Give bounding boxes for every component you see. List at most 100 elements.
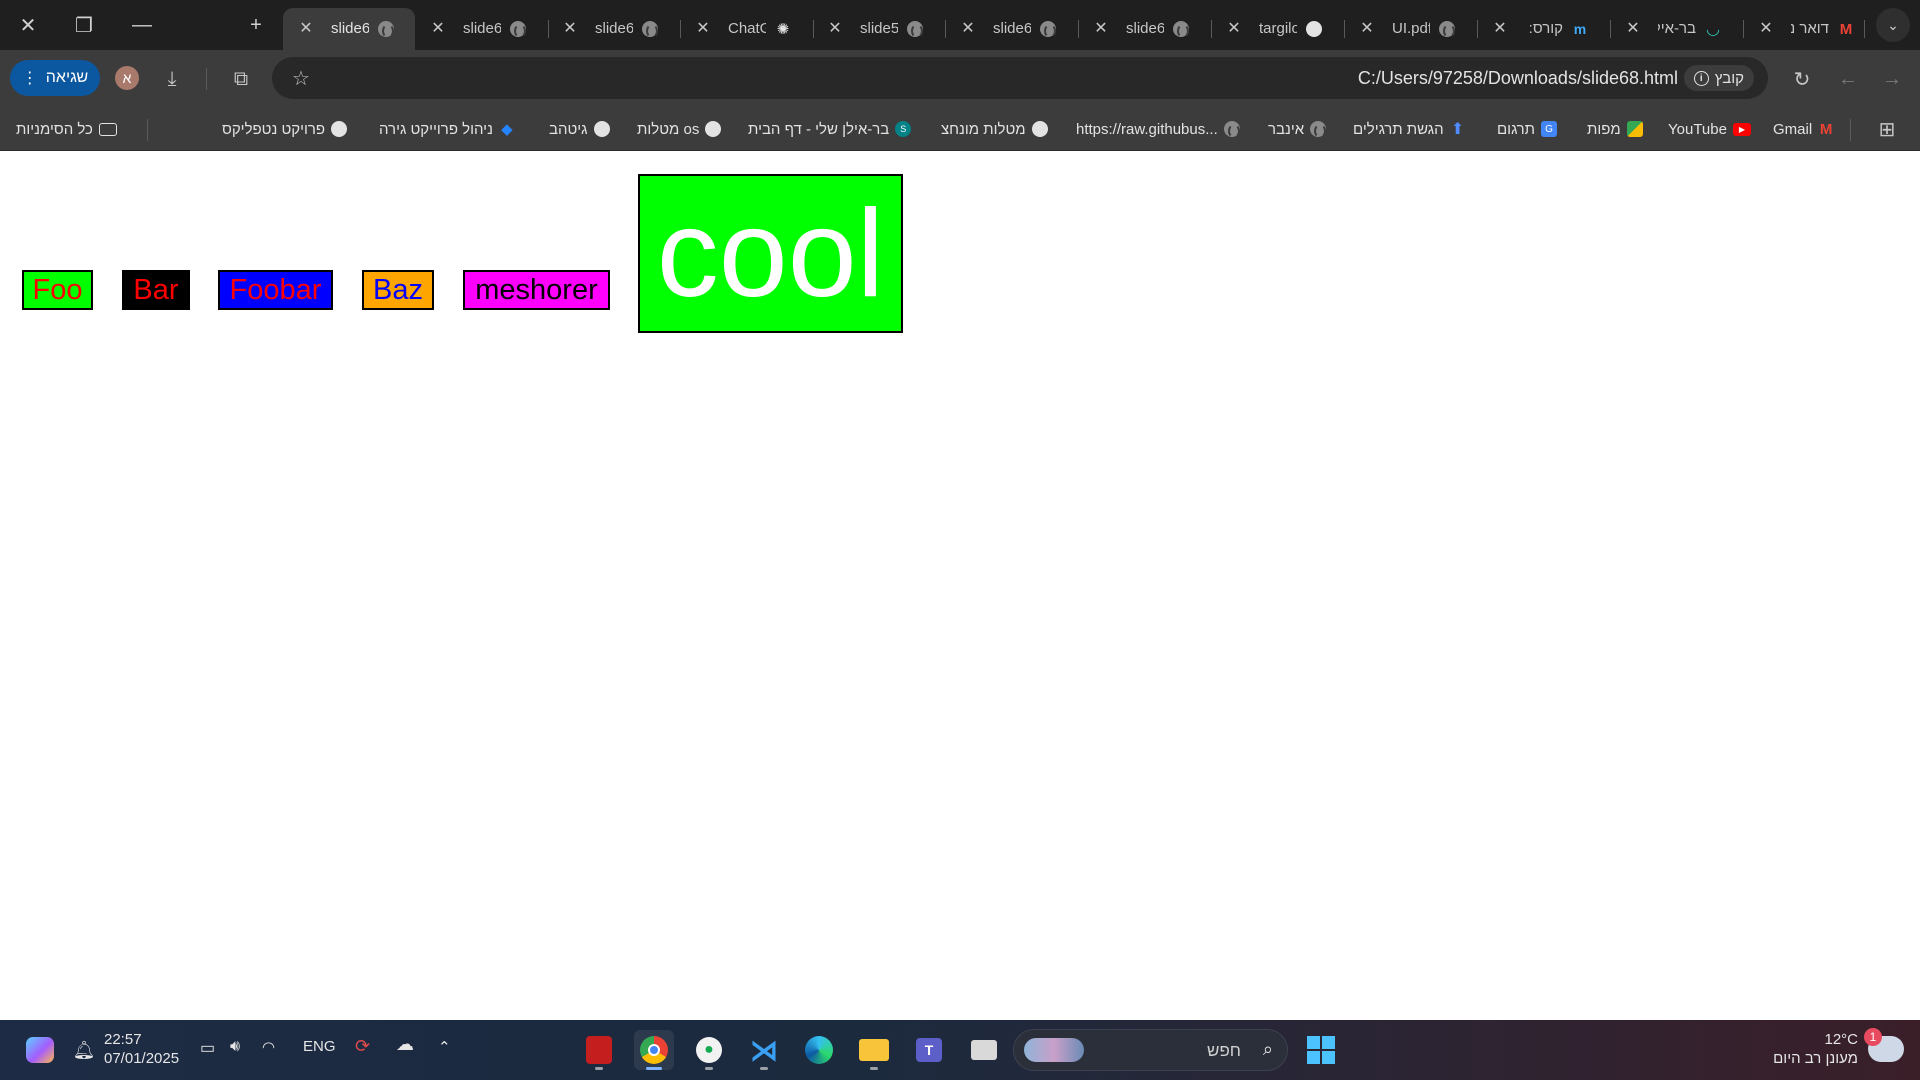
- weather-description: מעונן רב היום: [1773, 1050, 1858, 1067]
- globe-icon: [377, 20, 395, 38]
- clock[interactable]: 22:57 07/01/2025: [104, 1030, 179, 1068]
- tab[interactable]: ✕ targilon: [1211, 8, 1345, 50]
- windows-start-icon[interactable]: [1301, 1030, 1341, 1070]
- close-tab-icon[interactable]: ✕: [692, 17, 714, 39]
- file-explorer-icon[interactable]: [854, 1030, 894, 1070]
- edge-icon[interactable]: [799, 1030, 839, 1070]
- battery-icon[interactable]: ▭: [200, 1038, 215, 1058]
- tab[interactable]: ✕ slide59: [812, 8, 946, 50]
- volume-icon[interactable]: 🔊︎: [230, 1038, 240, 1056]
- notification-bell-icon[interactable]: 🔔︎: [64, 1030, 104, 1070]
- bookmark-item[interactable]: S בר-אילן שלי - דף הבית: [748, 119, 912, 139]
- close-tab-icon[interactable]: ✕: [824, 17, 846, 39]
- close-tab-icon[interactable]: ✕: [1223, 17, 1245, 39]
- task-view-icon[interactable]: [964, 1030, 1004, 1070]
- globe-icon: [1438, 20, 1456, 38]
- weather-widget[interactable]: 12°C מעונן רב היום: [1773, 1030, 1858, 1068]
- acrobat-icon[interactable]: [579, 1030, 619, 1070]
- close-tab-icon[interactable]: ✕: [957, 17, 979, 39]
- tab[interactable]: ✕ slide68: [415, 8, 549, 50]
- bookmark-item[interactable]: ▶ YouTube: [1668, 119, 1751, 139]
- extensions-icon[interactable]: ⧉: [226, 64, 256, 94]
- close-tab-icon[interactable]: ✕: [1755, 17, 1777, 39]
- bookmark-item[interactable]: https://raw.githubus...: [1076, 119, 1240, 139]
- tab-title: בר-איל: [1658, 20, 1696, 37]
- back-icon[interactable]: ←: [1833, 64, 1863, 94]
- tab[interactable]: ✕ קורס: ו m: [1477, 8, 1611, 50]
- sync-icon[interactable]: ⟳: [355, 1036, 370, 1057]
- tab[interactable]: ✕ slide68: [1078, 8, 1212, 50]
- all-bookmarks-folder[interactable]: כל הסימניות: [16, 119, 117, 139]
- bookmark-star-icon[interactable]: ☆: [286, 63, 316, 93]
- close-window-button[interactable]: ✕: [8, 8, 48, 42]
- bookmark-item[interactable]: מטלות os: [637, 119, 722, 139]
- wifi-icon[interactable]: ◠: [262, 1038, 275, 1056]
- close-tab-icon[interactable]: ✕: [427, 17, 449, 39]
- restore-window-button[interactable]: ❐: [64, 8, 104, 42]
- bookmark-item[interactable]: M Gmail: [1773, 119, 1834, 139]
- mongodb-compass-icon[interactable]: ●: [689, 1030, 729, 1070]
- reload-icon[interactable]: ↻: [1787, 64, 1817, 94]
- github-icon: [593, 121, 610, 137]
- tab[interactable]: ✕ UI.pdf: [1344, 8, 1478, 50]
- bookmark-item[interactable]: G תרגום: [1497, 119, 1558, 139]
- forward-icon[interactable]: →: [1877, 64, 1907, 94]
- chrome-icon[interactable]: [634, 1030, 674, 1070]
- site-info-chip[interactable]: i קובץ: [1683, 65, 1754, 91]
- foo-box: Foo: [22, 270, 93, 310]
- tab-title: UI.pdf: [1392, 20, 1430, 37]
- tab[interactable]: ✕ בר-איל ◡: [1610, 8, 1744, 50]
- browser-toolbar: ⋮ שגיאה א ⤓ ⧉ ☆ C:/Users/97258/Downloads…: [0, 50, 1920, 107]
- baz-box: Baz: [362, 270, 434, 310]
- taskbar: 🔔︎ 22:57 07/01/2025 ▭ 🔊︎ ◠ ENG ⟳ ☁ ⌃ ● ⋊…: [0, 1020, 1920, 1080]
- bar-box: Bar: [122, 270, 190, 310]
- tab[interactable]: ✕ slide68: [547, 8, 681, 50]
- clock-date: 07/01/2025: [104, 1050, 180, 1067]
- apps-grid-icon[interactable]: ⊞: [1872, 114, 1902, 144]
- bookmarks-bar: כל הסימניות פרויקט נטפליקס ◆ ניהול פרויי…: [0, 107, 1920, 151]
- avatar[interactable]: א: [115, 66, 139, 90]
- show-hidden-icons-icon[interactable]: ⌃: [438, 1038, 451, 1056]
- page-content: Foo Bar Foobar Baz meshorer cool: [0, 151, 1920, 1020]
- bookmark-item[interactable]: פרויקט נטפליקס: [222, 119, 348, 139]
- sharepoint-icon: S: [895, 121, 912, 137]
- bookmark-item[interactable]: אינבר: [1268, 119, 1327, 139]
- bookmark-label: אינבר: [1268, 120, 1305, 138]
- close-tab-icon[interactable]: ✕: [1356, 17, 1378, 39]
- taskbar-search[interactable]: חפש ⌕: [1013, 1029, 1288, 1071]
- bookmark-label: Gmail: [1773, 120, 1813, 138]
- minimize-window-button[interactable]: —: [122, 8, 162, 42]
- tab[interactable]: ✕ דואר נ M: [1743, 8, 1865, 50]
- bookmark-item[interactable]: מטלות מונחצ: [941, 119, 1048, 139]
- address-bar[interactable]: ☆ C:/Users/97258/Downloads/slide68.html …: [272, 57, 1768, 99]
- meshorer-box: meshorer: [463, 270, 610, 310]
- error-button[interactable]: ⋮ שגיאה: [10, 60, 100, 96]
- language-indicator[interactable]: ENG: [303, 1038, 336, 1055]
- close-tab-icon[interactable]: ✕: [1090, 17, 1112, 39]
- tab[interactable]: ✕ slide68: [945, 8, 1079, 50]
- close-tab-icon[interactable]: ✕: [1622, 17, 1644, 39]
- close-tab-icon[interactable]: ✕: [1489, 17, 1511, 39]
- foobar-box: Foobar: [218, 270, 333, 310]
- close-tab-icon[interactable]: ✕: [295, 17, 317, 39]
- close-tab-icon[interactable]: ✕: [559, 17, 581, 39]
- tab-title: slide68: [993, 20, 1031, 37]
- vscode-icon[interactable]: ⋊: [744, 1030, 784, 1070]
- tab-search-button[interactable]: ⌄: [1876, 8, 1910, 42]
- box-label: Foobar: [229, 273, 322, 306]
- bookmarks-divider: [1850, 119, 1851, 141]
- bookmark-item[interactable]: מפות: [1587, 119, 1643, 139]
- onedrive-icon[interactable]: ☁: [396, 1034, 414, 1055]
- bookmark-item[interactable]: ⬆ הגשת תרגילים: [1353, 119, 1466, 139]
- box-label: Foo: [32, 273, 83, 306]
- bookmark-item[interactable]: ◆ ניהול פרוייקט גירה: [379, 119, 515, 139]
- copilot-icon[interactable]: [20, 1030, 60, 1070]
- tab[interactable]: ✕ ChatGPT ✺: [680, 8, 814, 50]
- github-icon: [331, 121, 348, 137]
- translate-icon: G: [1541, 121, 1558, 137]
- tab[interactable]: ✕ slide68: [283, 8, 415, 50]
- bookmark-item[interactable]: גיטהב: [549, 119, 610, 139]
- teams-icon[interactable]: T: [909, 1030, 949, 1070]
- new-tab-button[interactable]: +: [236, 8, 276, 42]
- download-icon[interactable]: ⤓: [157, 64, 187, 94]
